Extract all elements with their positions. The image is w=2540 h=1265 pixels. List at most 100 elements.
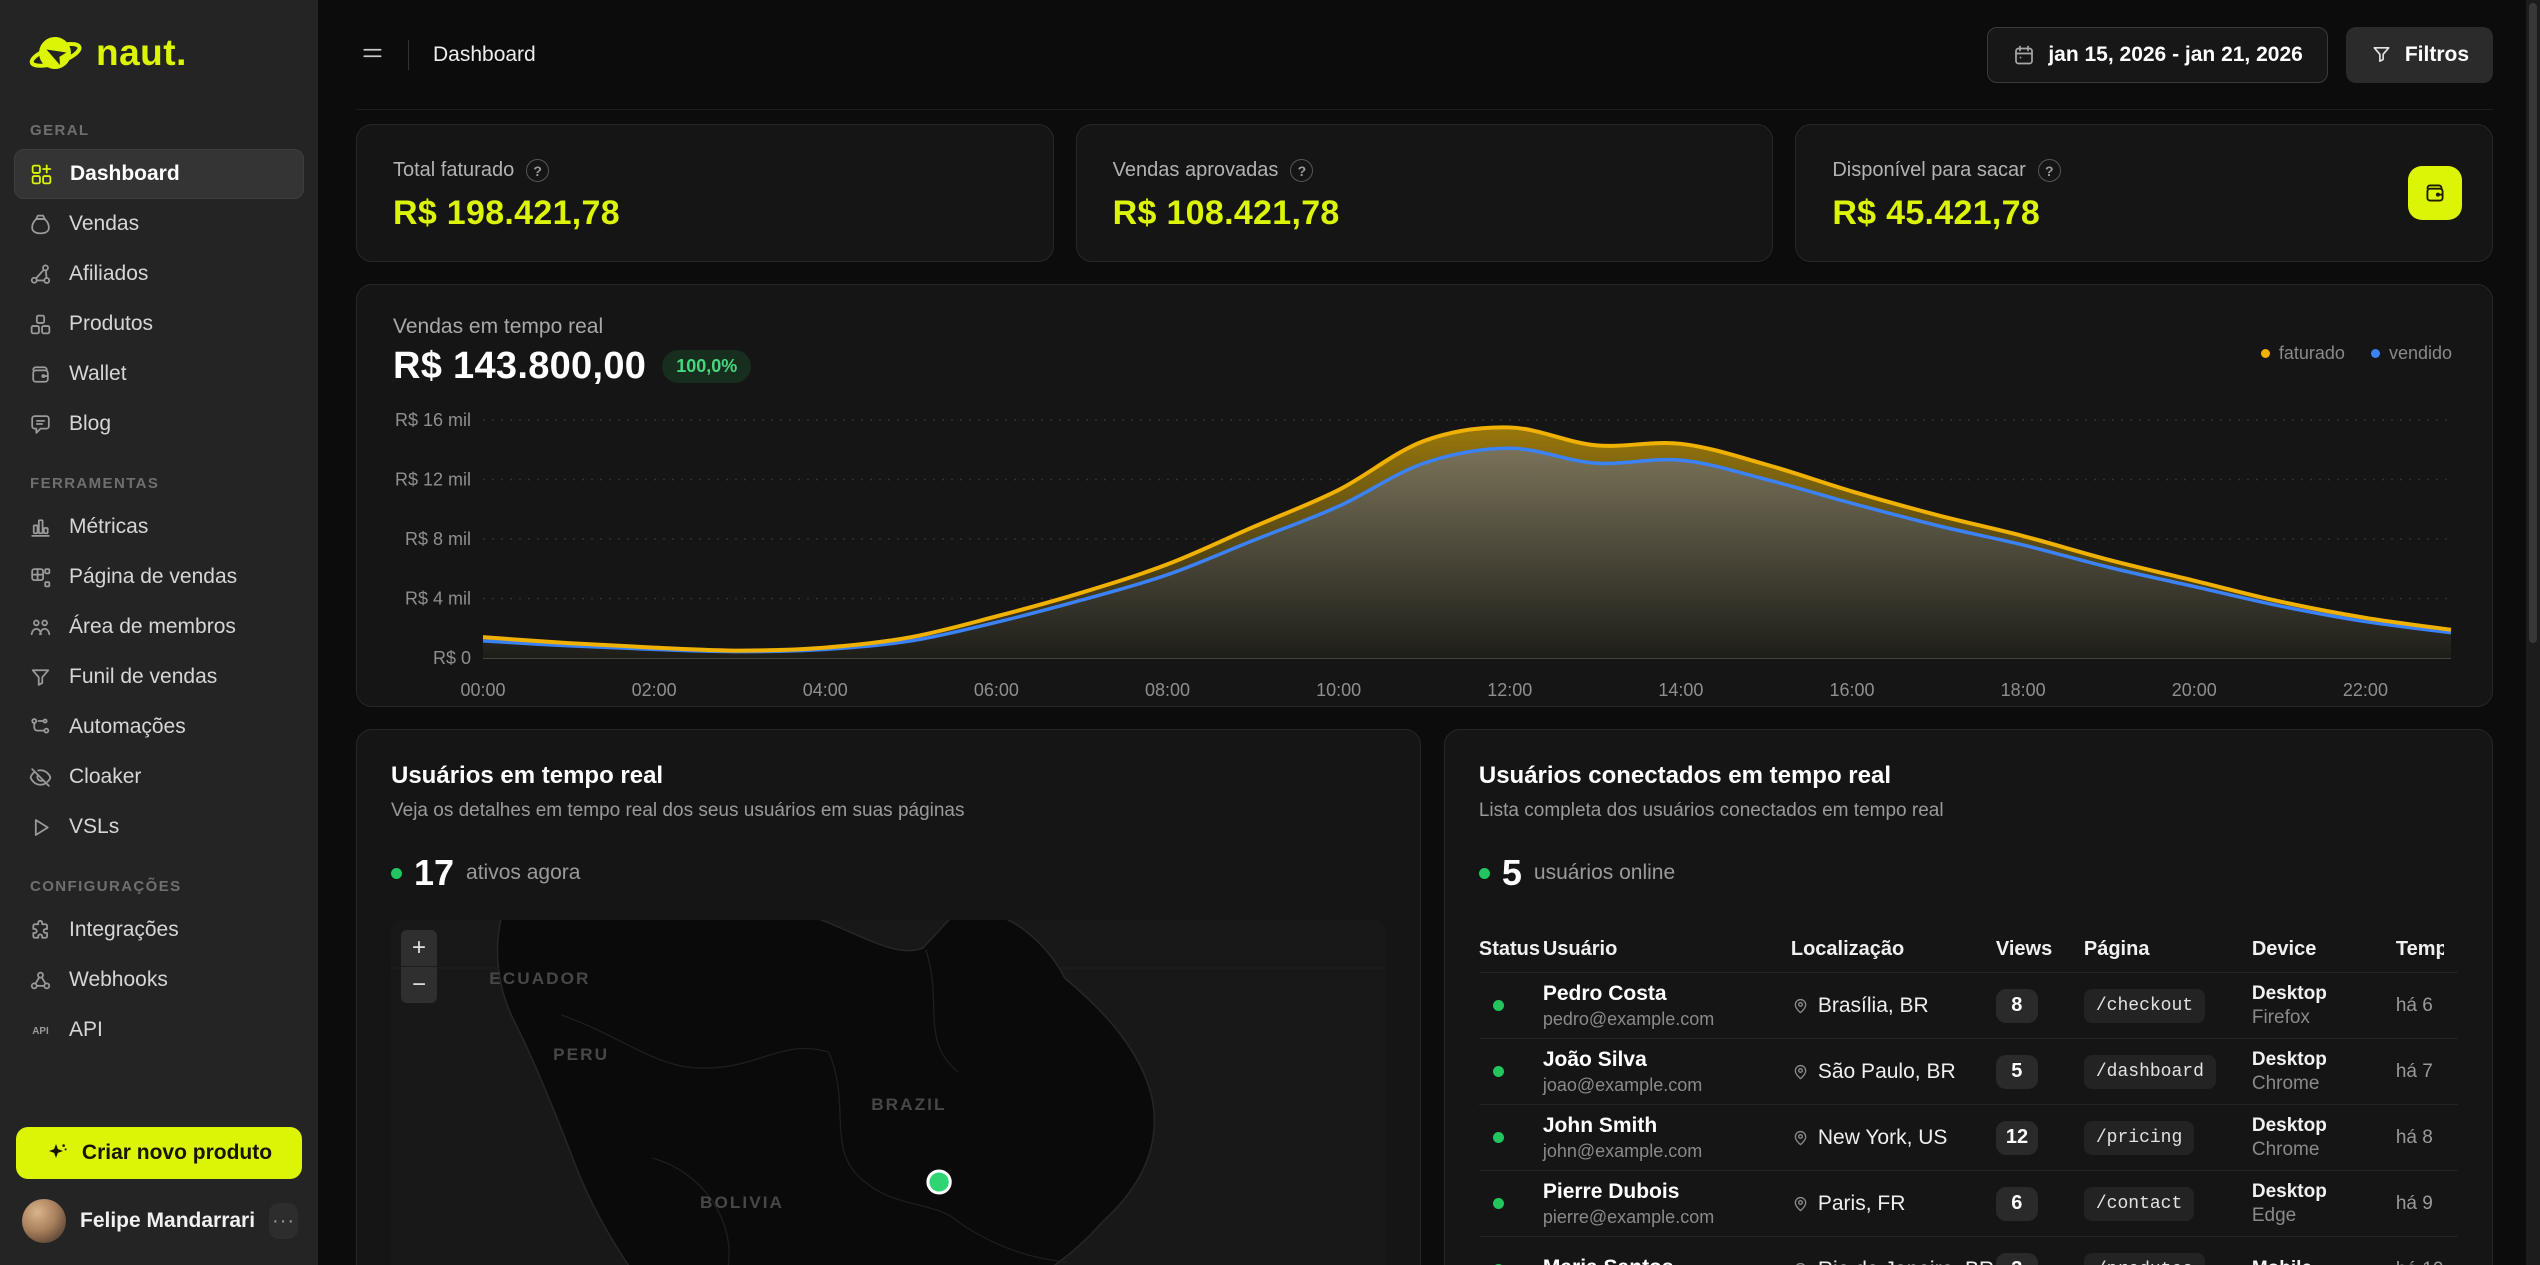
y-axis-label: R$ 16 mil [395,410,471,430]
map-zoom-in-button[interactable]: + [401,930,437,966]
page-title: Dashboard [433,43,536,67]
app: naut. GERALDashboardVendasAfiliadosProdu… [0,0,2540,1265]
y-axis-label: R$ 8 mil [405,529,471,549]
sidebar-item-blog[interactable]: Blog [14,399,304,449]
world-map[interactable]: ECUADORPERUBRAZILBOLIVIA + − [391,920,1386,1265]
vendido-area [483,448,2451,658]
create-product-button[interactable]: Criar novo produto [16,1127,302,1179]
sparkle-icon [46,1141,70,1165]
wallet-icon [28,362,53,387]
scrollbar-thumb[interactable] [2529,3,2537,643]
x-axis-label: 14:00 [1658,680,1703,700]
user-name: John Smith [1543,1114,1791,1138]
map-zoom-out-button[interactable]: − [401,967,437,1003]
members-icon [28,615,53,640]
sidebar-item-cloaker[interactable]: Cloaker [14,752,304,802]
user-location: Brasília, BR [1818,994,1929,1018]
sales-page-icon [28,565,53,590]
sidebar-item-automations[interactable]: Automações [14,702,304,752]
table-row: João Silvajoao@example.comSão Paulo, BR5… [1479,1038,2458,1104]
help-icon[interactable]: ? [2038,159,2061,182]
filter-icon [2370,43,2393,66]
sidebar-item-sales-page[interactable]: Página de vendas [14,552,304,602]
table-row: Pedro Costapedro@example.comBrasília, BR… [1479,972,2458,1038]
sidebar-item-dashboard[interactable]: Dashboard [14,149,304,199]
map-pin-icon [1791,1194,1810,1213]
table-row: Maria SantosRio de Janeiro, BR3/produtos… [1479,1236,2458,1265]
online-status-dot [1493,1066,1504,1077]
sidebar-item-products[interactable]: Produtos [14,299,304,349]
online-status-dot [1493,1000,1504,1011]
sidebar-item-vsl[interactable]: VSLs [14,802,304,852]
views-badge: 3 [1996,1253,2038,1265]
x-axis-label: 02:00 [632,680,677,700]
card-subtitle: Veja os detalhes em tempo real dos seus … [391,800,1386,822]
sidebar-item-integrations[interactable]: Integrações [14,905,304,955]
legend-dot [2261,349,2270,358]
user-location: Rio de Janeiro, BR [1818,1258,1994,1265]
sidebar-item-label: Integrações [69,918,179,942]
page-scrollbar[interactable] [2526,0,2540,1265]
legend-label: vendido [2389,343,2452,364]
sidebar-item-funnel[interactable]: Funil de vendas [14,652,304,702]
map-pin-icon [1791,1128,1810,1147]
views-badge: 12 [1996,1121,2038,1155]
sidebar-item-label: Afiliados [69,262,148,286]
map-country-label: BOLIVIA [700,1193,784,1212]
sidebar-item-sales[interactable]: Vendas [14,199,304,249]
sidebar-item-wallet[interactable]: Wallet [14,349,304,399]
filters-button[interactable]: Filtros [2346,27,2493,83]
x-axis-label: 22:00 [2343,680,2388,700]
api-icon: API [28,1018,53,1043]
device-type: Desktop [2252,1049,2396,1071]
device-browser: Edge [2252,1205,2396,1227]
withdraw-button[interactable] [2408,166,2462,220]
user-email: pedro@example.com [1543,1009,1791,1030]
dashboard-icon [29,162,54,187]
online-count: 5 [1502,852,1522,894]
y-axis-label: R$ 12 mil [395,470,471,490]
sidebar-item-webhooks[interactable]: Webhooks [14,955,304,1005]
stat-label: Total faturado [393,159,514,182]
connected-users-table: StatusUsuárioLocalizaçãoViewsPáginaDevic… [1479,926,2458,1265]
legend-item-faturado: faturado [2261,343,2345,364]
device-type: Mobile [2252,1258,2396,1265]
date-range-label: jan 15, 2026 - jan 21, 2026 [2048,43,2303,67]
sidebar-item-label: Página de vendas [69,565,237,589]
x-axis-label: 18:00 [2001,680,2046,700]
logo-text: naut. [96,32,187,74]
sidebar-item-label: Funil de vendas [69,665,217,689]
cloaker-icon [28,765,53,790]
sidebar-item-metrics[interactable]: Métricas [14,502,304,552]
help-icon[interactable]: ? [1290,159,1313,182]
card-title: Usuários conectados em tempo real [1479,762,2458,790]
user-name: João Silva [1543,1048,1791,1072]
sidebar-toggle-button[interactable] [356,38,390,72]
sidebar-item-label: Vendas [69,212,139,236]
sales-chart-card: Vendas em tempo real R$ 143.800,00 100,0… [356,284,2493,707]
active-count: 17 [414,852,454,894]
help-icon[interactable]: ? [526,159,549,182]
device-type: Desktop [2252,1115,2396,1137]
date-range-button[interactable]: jan 15, 2026 - jan 21, 2026 [1987,27,2328,83]
stat-value: R$ 198.421,78 [393,194,1017,233]
sales-area-chart: R$ 16 milR$ 12 milR$ 8 milR$ 4 milR$ 000… [393,406,2456,706]
sidebar-item-label: Área de membros [69,615,236,639]
user-row[interactable]: Felipe Mandarrari ··· [0,1189,318,1265]
connected-users-card: Usuários conectados em tempo real Lista … [1444,729,2493,1265]
column-header-status: Status [1479,938,1543,961]
avatar [22,1199,66,1243]
x-axis-label: 12:00 [1487,680,1532,700]
sidebar-item-affiliates[interactable]: Afiliados [14,249,304,299]
user-email: joao@example.com [1543,1075,1791,1096]
sidebar-section-label: FERRAMENTAS [30,475,318,492]
topbar-actions: jan 15, 2026 - jan 21, 2026 Filtros [1987,27,2493,83]
sidebar-item-members[interactable]: Área de membros [14,602,304,652]
table-header: StatusUsuárioLocalizaçãoViewsPáginaDevic… [1479,926,2458,972]
sidebar-item-label: Wallet [69,362,127,386]
column-header-usuário: Usuário [1543,938,1791,961]
naut-planet-icon [28,26,82,80]
user-menu-button[interactable]: ··· [269,1203,298,1239]
card-title: Usuários em tempo real [391,762,1386,790]
sidebar-item-api[interactable]: APIAPI [14,1005,304,1055]
